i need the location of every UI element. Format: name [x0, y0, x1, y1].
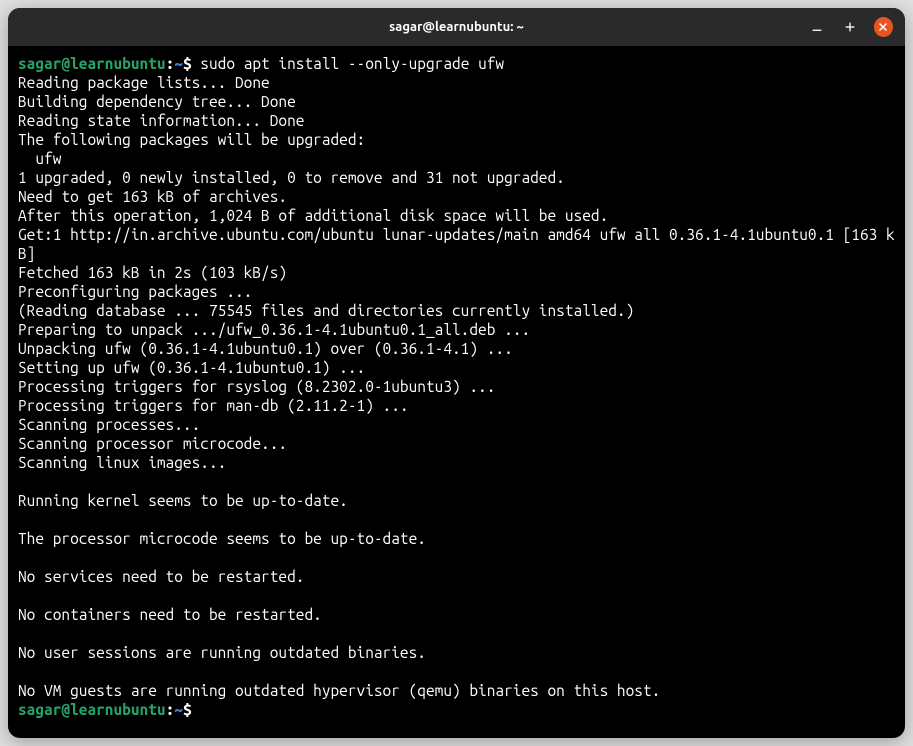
terminal-window: sagar@learnubuntu: ~ sagar@learnubuntu:~…: [8, 8, 905, 738]
prompt-colon: :: [166, 55, 175, 72]
close-button[interactable]: [874, 17, 893, 37]
prompt-dollar: $: [183, 701, 192, 718]
output-line: The processor microcode seems to be up-t…: [18, 530, 426, 547]
output-line: Preparing to unpack .../ufw_0.36.1-4.1ub…: [18, 321, 530, 338]
output-line: Scanning linux images...: [18, 454, 226, 471]
output-line: ufw: [18, 150, 61, 167]
output-line: No services need to be restarted.: [18, 568, 304, 585]
output-line: Fetched 163 kB in 2s (103 kB/s): [18, 264, 287, 281]
output-line: Scanning processes...: [18, 416, 200, 433]
window-controls: [807, 17, 897, 37]
plus-icon: [843, 20, 857, 34]
output-line: Reading state information... Done: [18, 112, 304, 129]
output-line: Need to get 163 kB of archives.: [18, 188, 287, 205]
output-line: Running kernel seems to be up-to-date.: [18, 492, 348, 509]
terminal-content[interactable]: sagar@learnubuntu:~$ sudo apt install --…: [8, 46, 905, 738]
prompt-path: ~: [174, 701, 183, 718]
prompt-user-host: sagar@learnubuntu: [18, 55, 166, 72]
output-line: Setting up ufw (0.36.1-4.1ubuntu0.1) ...: [18, 359, 365, 376]
prompt-path: ~: [174, 55, 183, 72]
output-line: No containers need to be restarted.: [18, 606, 322, 623]
maximize-button[interactable]: [840, 17, 859, 37]
prompt-colon: :: [166, 701, 175, 718]
output-line: No user sessions are running outdated bi…: [18, 644, 426, 661]
window-title: sagar@learnubuntu: ~: [106, 20, 807, 34]
command-text: sudo apt install --only-upgrade ufw: [192, 55, 504, 72]
output-line: Reading package lists... Done: [18, 74, 270, 91]
output-line: Unpacking ufw (0.36.1-4.1ubuntu0.1) over…: [18, 340, 513, 357]
output-line: (Reading database ... 75545 files and di…: [18, 302, 634, 319]
prompt-user-host: sagar@learnubuntu: [18, 701, 166, 718]
output-line: After this operation, 1,024 B of additio…: [18, 207, 608, 224]
close-icon: [876, 20, 890, 34]
prompt-dollar: $: [183, 55, 192, 72]
output-line: Preconfiguring packages ...: [18, 283, 252, 300]
output-line: Get:1 http://in.archive.ubuntu.com/ubunt…: [18, 226, 895, 262]
titlebar[interactable]: sagar@learnubuntu: ~: [8, 8, 905, 46]
output-line: Processing triggers for man-db (2.11.2-1…: [18, 397, 409, 414]
output-line: No VM guests are running outdated hyperv…: [18, 682, 660, 699]
output-line: 1 upgraded, 0 newly installed, 0 to remo…: [18, 169, 565, 186]
minimize-icon: [810, 20, 824, 34]
output-line: Processing triggers for rsyslog (8.2302.…: [18, 378, 495, 395]
minimize-button[interactable]: [807, 17, 826, 37]
output-line: The following packages will be upgraded:: [18, 131, 365, 148]
output-line: Building dependency tree... Done: [18, 93, 296, 110]
output-line: Scanning processor microcode...: [18, 435, 287, 452]
